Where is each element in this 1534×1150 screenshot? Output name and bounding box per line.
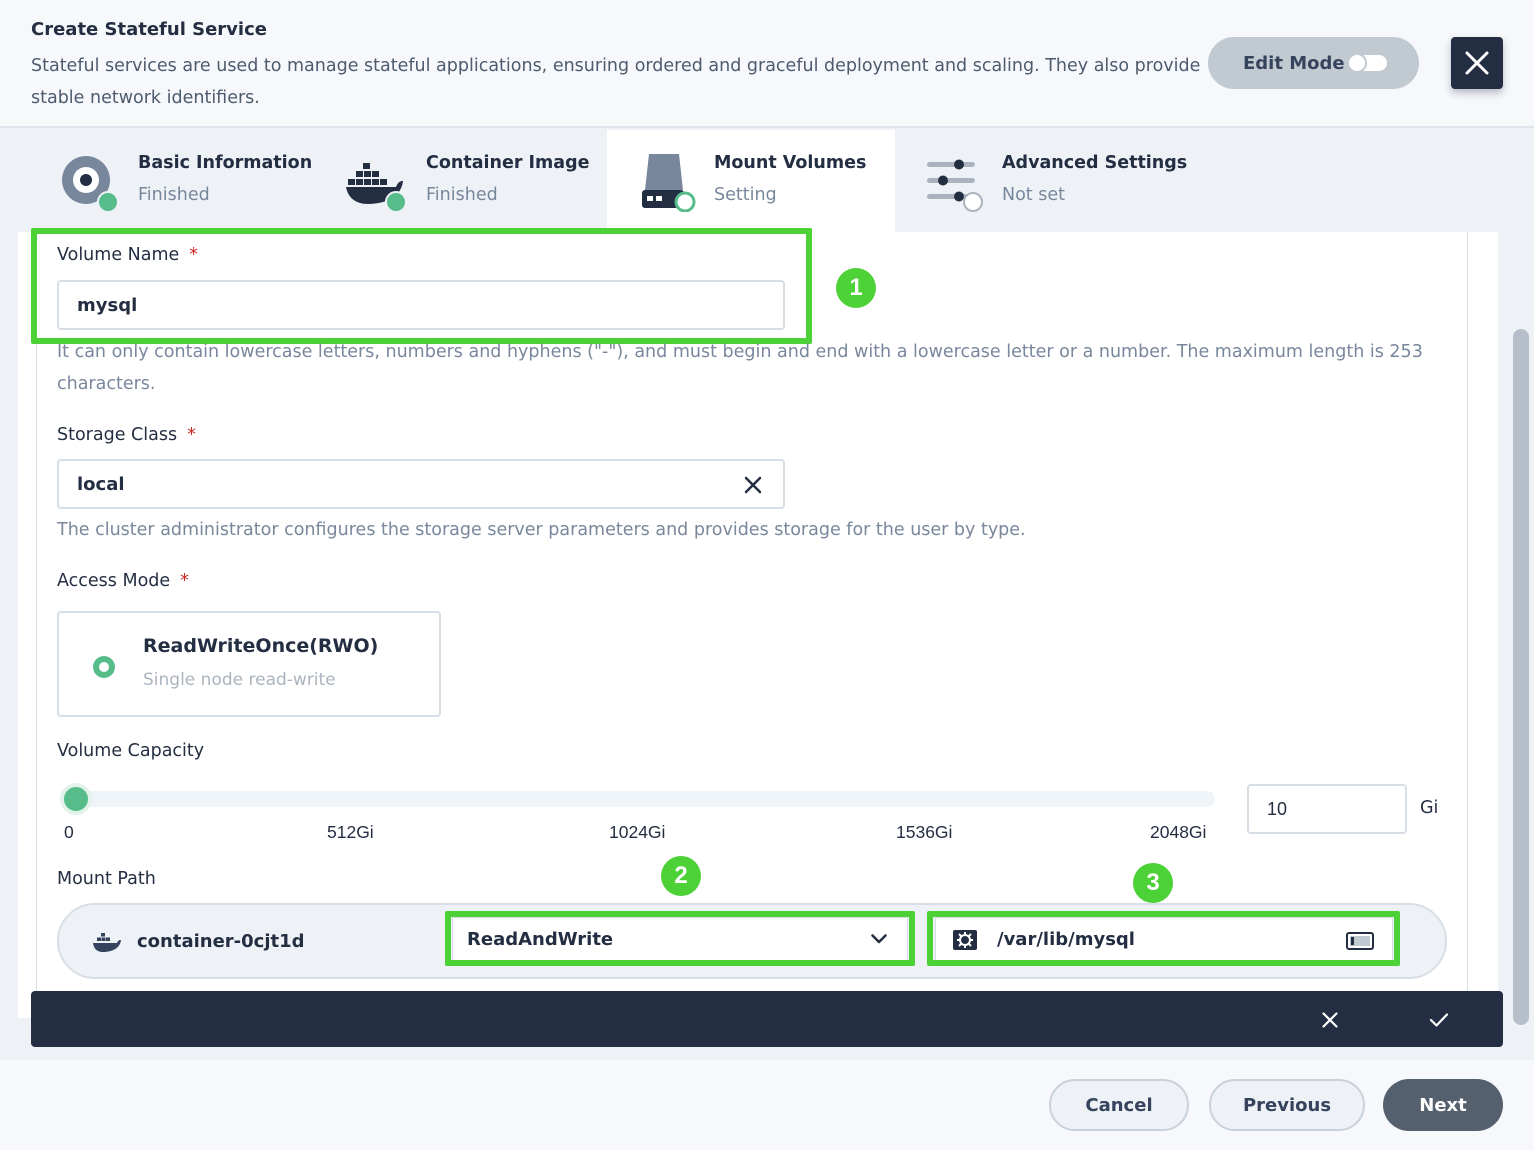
step-name: Container Image (426, 153, 590, 173)
annotation-badge-3: 3 (1133, 863, 1173, 903)
toggle-switch-icon (1347, 53, 1387, 73)
access-mode-option-rwo[interactable]: ReadWriteOnce(RWO) Single node read-writ… (57, 611, 441, 717)
docker-icon (93, 933, 121, 952)
cancel-button[interactable]: Cancel (1049, 1079, 1189, 1131)
volume-action-bar (31, 991, 1503, 1047)
storage-class-value: local (77, 473, 125, 495)
slider-tick-1536: 1536Gi (896, 822, 953, 842)
slider-tick-0: 0 (64, 822, 74, 842)
access-mode-option-title: ReadWriteOnce(RWO) (143, 635, 379, 657)
step-status: Finished (426, 185, 498, 205)
storage-volume-icon (642, 154, 696, 212)
edit-mode-toggle[interactable]: Edit Mode (1208, 37, 1419, 89)
modal-footer: Cancel Previous Next (0, 1060, 1534, 1150)
capacity-input[interactable]: 10 (1247, 784, 1407, 834)
next-button[interactable]: Next (1383, 1079, 1503, 1131)
volume-capacity-label: Volume Capacity (57, 741, 205, 761)
cancel-volume-icon[interactable] (1322, 1012, 1338, 1028)
capacity-unit: Gi (1420, 798, 1439, 818)
step-advanced-settings[interactable]: Advanced Settings Not set (895, 130, 1187, 232)
radio-selected-icon (93, 656, 115, 678)
step-status: Finished (138, 185, 210, 205)
container-name: container-0cjt1d (137, 931, 305, 952)
capacity-slider-track[interactable] (70, 791, 1215, 807)
previous-button[interactable]: Previous (1209, 1079, 1365, 1131)
access-mode-label: Access Mode * (57, 571, 189, 591)
access-mode-option-desc: Single node read-write (143, 670, 336, 690)
clear-icon[interactable] (744, 476, 762, 494)
annotation-badge-2: 2 (661, 856, 701, 896)
close-icon (1465, 51, 1489, 75)
confirm-check-icon[interactable] (1429, 1012, 1449, 1028)
modal-description: Stateful services are used to manage sta… (31, 56, 1201, 108)
storage-class-label: Storage Class * (57, 425, 196, 445)
edit-mode-label: Edit Mode (1243, 52, 1345, 74)
volume-name-hint: It can only contain lowercase letters, n… (57, 342, 1423, 394)
capacity-value: 10 (1267, 798, 1288, 819)
wizard-steps: Basic Information Finished Container Ima… (0, 130, 1534, 232)
highlight-box-2 (445, 911, 915, 966)
step-mount-volumes[interactable]: Mount Volumes Setting (607, 130, 895, 232)
storage-class-select[interactable]: local (57, 459, 785, 509)
step-name: Advanced Settings (1002, 153, 1188, 173)
close-button[interactable] (1451, 37, 1503, 89)
disk-icon (62, 156, 118, 212)
modal-header: Create Stateful Service Stateful service… (0, 0, 1534, 128)
modal-title: Create Stateful Service (31, 19, 267, 40)
mount-path-label: Mount Path (57, 869, 156, 889)
capacity-slider-handle[interactable] (59, 783, 92, 815)
storage-class-hint: The cluster administrator configures the… (57, 520, 1026, 540)
slider-tick-512: 512Gi (327, 822, 374, 842)
slider-tick-2048: 2048Gi (1150, 822, 1207, 842)
step-status: Setting (714, 185, 777, 205)
step-basic-information[interactable]: Basic Information Finished (0, 130, 312, 232)
vertical-scrollbar[interactable] (1513, 329, 1529, 1025)
highlight-box-3 (927, 911, 1400, 966)
step-name: Basic Information (138, 153, 313, 173)
slider-tick-1024: 1024Gi (609, 822, 666, 842)
step-status: Not set (1002, 185, 1065, 205)
docker-icon (346, 163, 406, 212)
step-container-image[interactable]: Container Image Finished (288, 130, 590, 232)
highlight-box-1 (31, 228, 812, 344)
annotation-badge-1: 1 (836, 268, 876, 308)
sliders-icon (927, 159, 983, 212)
step-name: Mount Volumes (714, 153, 867, 173)
